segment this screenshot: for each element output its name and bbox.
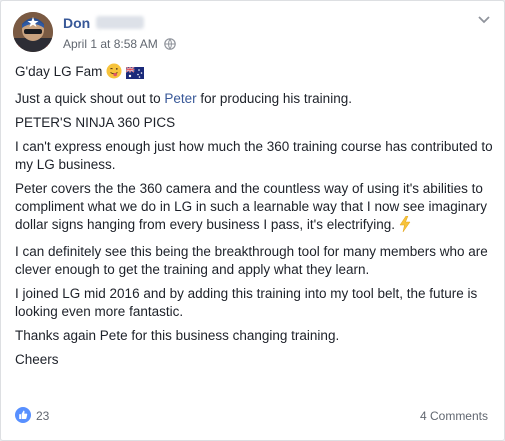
paragraph-1: I can't express enough just how much the…	[15, 139, 493, 172]
shout-out-suffix: for producing his training.	[196, 91, 352, 106]
like-count[interactable]: 23	[36, 409, 49, 423]
post-body: G'day LG Fam Just a quick shout out to P…	[15, 63, 495, 375]
author-avatar[interactable]	[13, 12, 53, 52]
more-options-icon[interactable]	[477, 10, 491, 28]
winking-tongue-face-icon	[106, 63, 122, 84]
redacted-surname	[96, 16, 145, 29]
paragraph-2-text: Peter covers the the 360 camera and the …	[15, 181, 487, 232]
lightning-icon	[399, 215, 411, 237]
author-name[interactable]: Don	[63, 15, 145, 31]
globe-icon	[164, 38, 176, 53]
author-first-name[interactable]: Don	[63, 15, 90, 31]
australia-flag-icon	[125, 66, 144, 84]
paragraph-5: Thanks again Pete for this business chan…	[15, 328, 340, 343]
comments-count-link[interactable]: 4 Comments	[420, 409, 488, 423]
paragraph-2: Peter covers the the 360 camera and the …	[15, 180, 495, 237]
shout-out-line: Just a quick shout out to Peter for prod…	[15, 90, 495, 108]
mention-peter-link[interactable]: Peter	[164, 91, 196, 106]
post-footer: 23 4 Comments	[15, 405, 490, 427]
paragraph-3: I can definitely see this being the brea…	[15, 244, 488, 277]
like-icon[interactable]	[15, 407, 31, 423]
sign-off: Cheers	[15, 352, 59, 367]
post-card: Don April 1 at 8:58 AM G'day LG Fam Just…	[0, 0, 505, 441]
post-timestamp[interactable]: April 1 at 8:58 AM	[63, 37, 158, 51]
post-header: Don April 1 at 8:58 AM	[13, 12, 493, 54]
paragraph-4: I joined LG mid 2016 and by adding this …	[15, 286, 478, 319]
greeting-text: G'day LG Fam	[15, 64, 103, 79]
post-greeting: G'day LG Fam	[15, 63, 495, 84]
post-meta: April 1 at 8:58 AM	[63, 37, 176, 53]
avatar-image	[13, 12, 53, 52]
shout-out-prefix: Just a quick shout out to	[15, 91, 165, 106]
post-heading: PETER'S NINJA 360 PICS	[15, 115, 176, 130]
